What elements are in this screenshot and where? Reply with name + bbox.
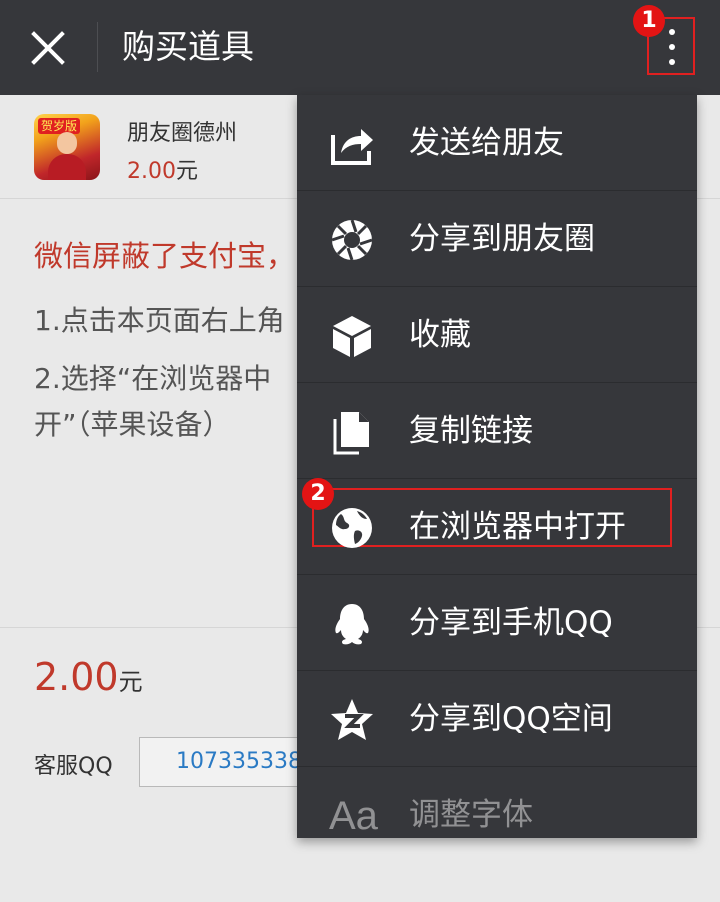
- menu-item-open-in-browser[interactable]: 在浏览器中打开: [297, 479, 697, 575]
- qq-penguin-icon: [329, 601, 375, 647]
- product-thumbnail: 贺岁版: [34, 114, 100, 180]
- product-price: 2.00元: [127, 153, 198, 185]
- page-title: 购买道具: [122, 27, 254, 66]
- product-price-unit: 元: [175, 159, 198, 184]
- menu-item-label: 复制链接: [409, 413, 533, 449]
- close-button[interactable]: [28, 28, 68, 68]
- menu-item-label: 发送给朋友: [409, 125, 564, 161]
- menu-item-label: 分享到朋友圈: [409, 221, 595, 257]
- notice-step-2-cont: 开”（苹果设备）: [34, 408, 231, 441]
- menu-item-label: 收藏: [409, 317, 471, 353]
- menu-item-copy-link[interactable]: 复制链接: [297, 383, 697, 479]
- menu-item-favorite[interactable]: 收藏: [297, 287, 697, 383]
- share-arrow-icon: [329, 121, 375, 167]
- notice-warning: 微信屏蔽了支付宝，: [34, 239, 296, 273]
- menu-item-share-moments[interactable]: 分享到朋友圈: [297, 191, 697, 287]
- product-price-value: 2.00: [127, 159, 176, 184]
- menu-item-send-to-friend[interactable]: 发送给朋友: [297, 95, 697, 191]
- notice-step-1: 1.点击本页面右上角: [34, 304, 285, 337]
- menu-item-label: 分享到QQ空间: [409, 701, 613, 737]
- menu-item-share-qq[interactable]: 分享到手机QQ: [297, 575, 697, 671]
- topbar-divider: [97, 22, 98, 72]
- product-name: 朋友圈德州: [127, 121, 238, 146]
- favorite-cube-icon: [329, 313, 375, 359]
- total-price: 2.00元: [34, 655, 143, 699]
- moments-aperture-icon: [329, 217, 375, 263]
- thumb-tag: 贺岁版: [38, 118, 81, 134]
- qzone-star-icon: [329, 697, 375, 743]
- notice-step-2: 2.选择“在浏览器中: [34, 362, 272, 395]
- menu-item-font-size[interactable]: Aa 调整字体: [297, 767, 697, 838]
- support-qq-label: 客服QQ: [34, 754, 113, 779]
- menu-item-label: 调整字体: [409, 797, 533, 833]
- font-size-icon: Aa: [329, 794, 378, 838]
- copy-link-icon: [329, 409, 375, 455]
- more-vertical-icon: [669, 29, 675, 35]
- menu-item-label: 在浏览器中打开: [409, 509, 626, 545]
- total-price-unit: 元: [118, 668, 143, 696]
- step-badge-1: 1: [633, 5, 665, 37]
- menu-item-share-qzone[interactable]: 分享到QQ空间: [297, 671, 697, 767]
- close-icon: [31, 31, 65, 65]
- top-bar: 购买道具: [0, 0, 720, 95]
- globe-icon: [329, 505, 375, 551]
- total-price-value: 2.00: [34, 655, 119, 699]
- step-badge-2: 2: [302, 478, 334, 510]
- menu-item-label: 分享到手机QQ: [409, 605, 613, 641]
- overflow-menu: 发送给朋友 分享到朋友圈 收藏 复制链接 在浏览器中打开 分享到手机QQ 分享到…: [297, 95, 697, 838]
